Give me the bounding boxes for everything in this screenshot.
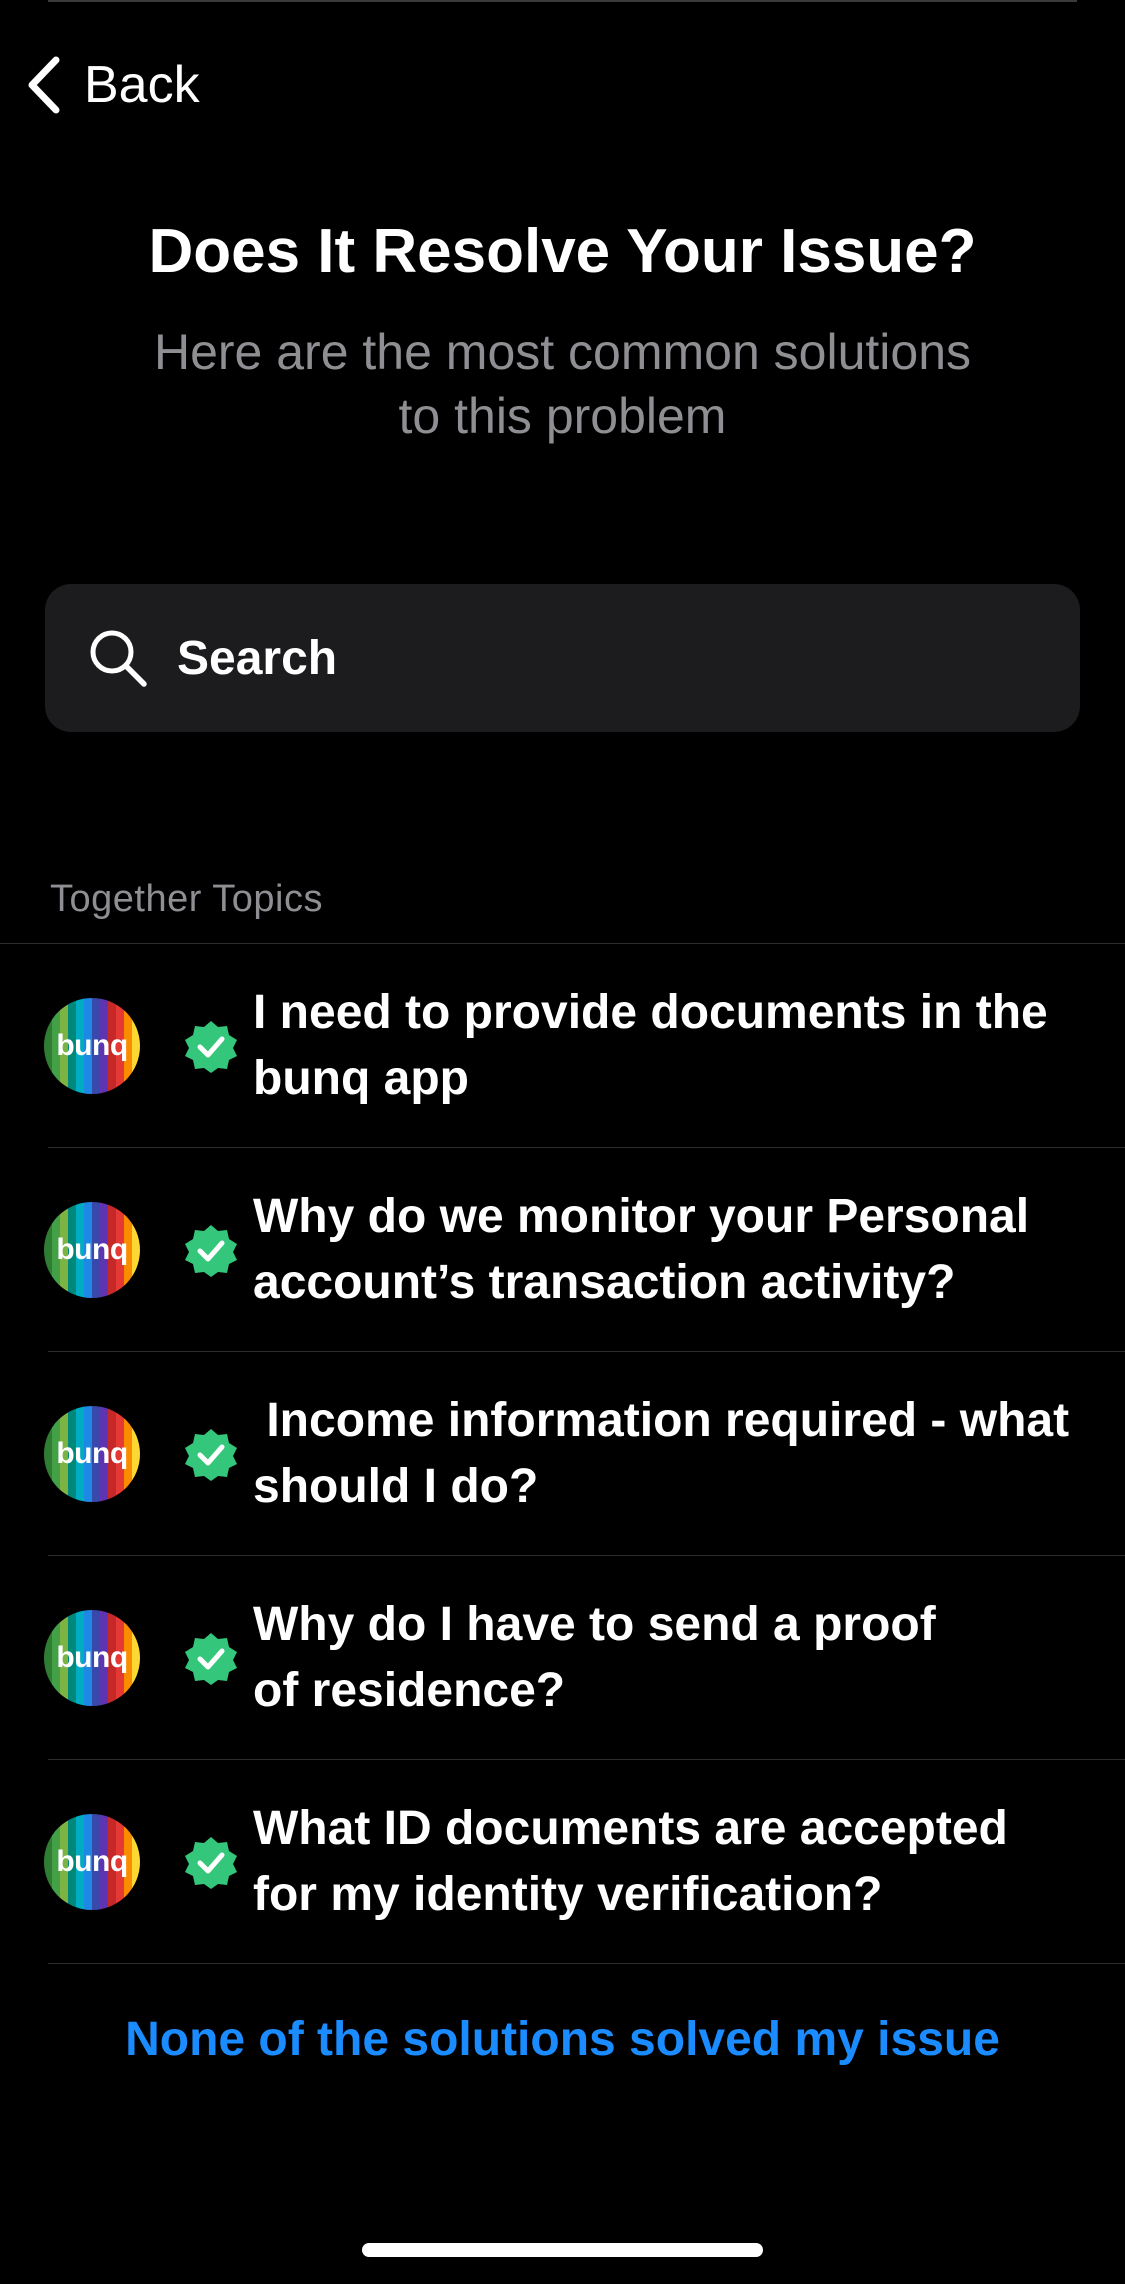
topic-title: Why do we monitor your Personal account’… xyxy=(253,1190,1030,1309)
logo-text: bunq xyxy=(56,1845,128,1878)
logo-text: bunq xyxy=(56,1029,128,1062)
none-solved-link[interactable]: None of the solutions solved my issue xyxy=(0,2012,1125,2067)
top-divider xyxy=(48,0,1077,2)
topic-row[interactable]: bunq Why do I have to send a proof of re… xyxy=(0,1556,1125,1760)
topic-row[interactable]: bunq Income information required - what … xyxy=(0,1352,1125,1556)
logo-text: bunq xyxy=(56,1233,128,1266)
verified-check-icon xyxy=(184,1224,238,1278)
bunq-logo-icon: bunq xyxy=(44,1814,140,1910)
topic-list: bunq I need to provide documents in the … xyxy=(0,944,1125,1964)
verified-check-icon xyxy=(184,1428,238,1482)
topic-row[interactable]: bunq I need to provide documents in the … xyxy=(0,944,1125,1148)
page-subtitle: Here are the most common solutions to th… xyxy=(100,320,1025,448)
home-indicator[interactable] xyxy=(362,2243,763,2257)
bunq-logo-icon: bunq xyxy=(44,998,140,1094)
page-title: Does It Resolve Your Issue? xyxy=(148,217,977,286)
search-input[interactable]: Search xyxy=(45,584,1080,732)
subtitle-line: Here are the most common solutions xyxy=(153,324,972,380)
search-placeholder: Search xyxy=(177,631,338,685)
search-icon xyxy=(45,627,149,689)
bunq-logo-icon: bunq xyxy=(44,1406,140,1502)
topic-row[interactable]: bunq What ID documents are accepted for … xyxy=(0,1760,1125,1964)
topic-row[interactable]: bunq Why do we monitor your Personal acc… xyxy=(0,1148,1125,1352)
chevron-left-icon xyxy=(26,56,62,114)
section-label: Together Topics xyxy=(50,878,323,920)
verified-check-icon xyxy=(184,1632,238,1686)
logo-text: bunq xyxy=(56,1437,128,1470)
back-label: Back xyxy=(84,56,200,114)
bunq-logo-icon: bunq xyxy=(44,1202,140,1298)
verified-check-icon xyxy=(184,1020,238,1074)
topic-title: I need to provide documents in the bunq … xyxy=(253,986,1048,1105)
topic-title: What ID documents are accepted for my id… xyxy=(253,1802,1008,1921)
back-button[interactable]: Back xyxy=(26,50,200,120)
logo-text: bunq xyxy=(56,1641,128,1674)
bunq-logo-icon: bunq xyxy=(44,1610,140,1706)
verified-check-icon xyxy=(184,1836,238,1890)
topic-title: Why do I have to send a proof of residen… xyxy=(253,1598,936,1717)
topic-title: Income information required - what shoul… xyxy=(253,1394,1083,1513)
subtitle-line: to this problem xyxy=(398,388,727,444)
